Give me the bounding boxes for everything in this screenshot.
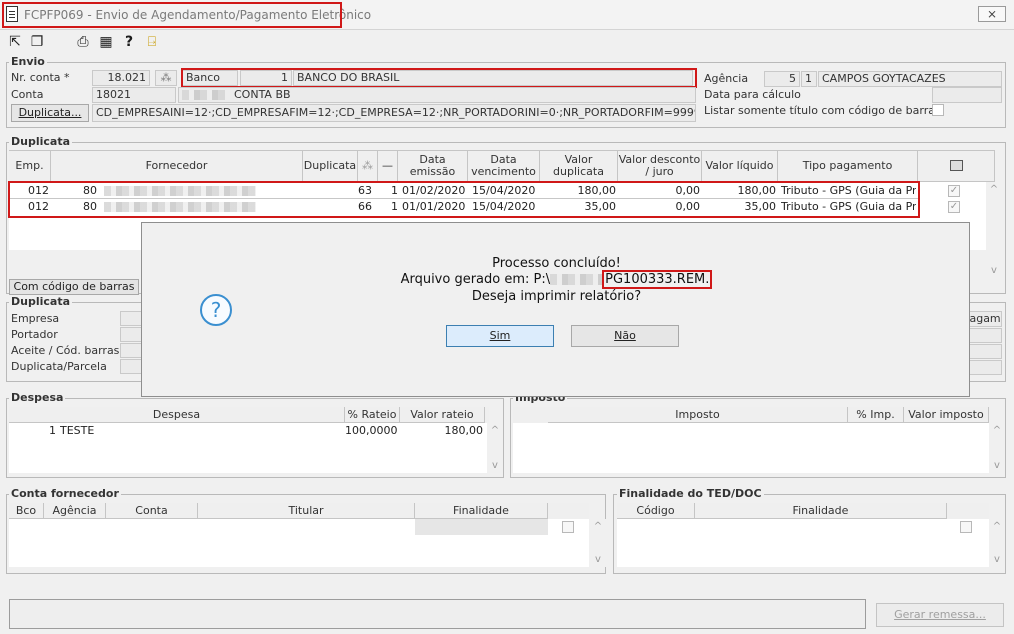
yes-button[interactable]: Sim xyxy=(446,325,554,347)
dialog-path-prefix: Arquivo gerado em: P:\ xyxy=(400,272,551,287)
filter-field: CD_EMPRESAINI=12·;CD_EMPRESAFIM=12·;CD_E… xyxy=(92,104,696,122)
col-finalidade-ted[interactable]: Finalidade xyxy=(695,503,947,519)
col-valor-imposto[interactable]: Valor imposto xyxy=(904,407,989,423)
col-bco[interactable]: Bco xyxy=(9,503,44,519)
nr-conta-label: Nr. conta * xyxy=(11,71,70,84)
col-despesa[interactable]: Despesa xyxy=(9,407,345,423)
nr-conta-field[interactable]: 18.021 xyxy=(92,70,150,86)
col-perc-imp[interactable]: % Imp. xyxy=(848,407,904,423)
duplicata-detail-legend: Duplicata xyxy=(9,295,73,308)
dialog-message-3: Deseja imprimir relatório? xyxy=(471,289,642,304)
barcode-button[interactable]: Com código de barras xyxy=(9,279,139,295)
conta-checkbox[interactable] xyxy=(562,521,574,533)
question-icon: ? xyxy=(200,294,232,326)
conta-field[interactable]: 18021 xyxy=(92,87,176,103)
col-parcela[interactable]: — xyxy=(378,150,398,182)
col-finalidade[interactable]: Finalidade xyxy=(415,503,548,519)
no-button[interactable]: Não xyxy=(571,325,679,347)
portador-field[interactable] xyxy=(120,327,142,342)
despesa-row-name[interactable]: TESTE xyxy=(60,423,340,439)
conta-scrollbar[interactable]: ^ v xyxy=(590,519,606,567)
col-emp[interactable]: Emp. xyxy=(9,150,51,182)
col-imposto[interactable]: Imposto xyxy=(548,407,848,423)
empresa-field[interactable] xyxy=(120,311,142,326)
conta-desc-field: CONTA BB xyxy=(178,87,696,103)
finalidade-legend: Finalidade do TED/DOC xyxy=(617,487,764,500)
rows-highlight xyxy=(8,181,920,218)
agencia-label: Agência xyxy=(704,72,749,85)
portador-label: Portador xyxy=(11,328,58,341)
help-icon[interactable]: ? xyxy=(120,33,138,51)
agencia-digit-field: 1 xyxy=(801,71,817,87)
imposto-scrollbar[interactable]: ^ v xyxy=(989,423,1005,473)
conta-fornecedor-legend: Conta fornecedor xyxy=(9,487,121,500)
col-duplicata[interactable]: Duplicata xyxy=(303,150,358,182)
finalidade-checkbox[interactable] xyxy=(960,521,972,533)
dialog-message-2: Arquivo gerado em: P:\ PG100333.REM. xyxy=(142,270,971,289)
col-rateio[interactable]: % Rateio xyxy=(345,407,400,423)
col-data-emissao[interactable]: Data emissão xyxy=(398,150,468,182)
dialog-filename: PG100333.REM. xyxy=(602,270,713,289)
col-sort-icon[interactable]: ⁂ xyxy=(358,150,378,182)
despesa-row-valor[interactable]: 180,00 xyxy=(400,423,484,439)
col-valor-liquido[interactable]: Valor líquido xyxy=(702,150,778,182)
col-conta[interactable]: Conta xyxy=(106,503,198,519)
col-valor-duplicata[interactable]: Valor duplicata xyxy=(540,150,618,182)
aceite-label: Aceite / Cód. barras xyxy=(11,344,120,357)
calculator-icon[interactable]: ▦ xyxy=(97,33,115,51)
col-valor-desconto[interactable]: Valor desconto / juro xyxy=(618,150,702,182)
first-record-icon[interactable]: ⇱ xyxy=(6,33,24,51)
duplicata-button[interactable]: Duplicata... xyxy=(11,104,89,122)
listar-label: Listar somente título com código de barr… xyxy=(704,104,941,117)
redacted-block xyxy=(550,274,603,285)
col-select-all[interactable] xyxy=(918,150,995,182)
despesa-row-rateio[interactable]: 100,00000 xyxy=(345,423,398,439)
duplicata-parcela-field[interactable] xyxy=(120,359,142,374)
title-highlight xyxy=(2,2,342,28)
copy-icon[interactable]: ❐ xyxy=(28,33,46,51)
finalidade-cell[interactable] xyxy=(415,519,548,535)
finalidade-scrollbar[interactable]: ^ v xyxy=(989,519,1005,567)
agencia-name-field: CAMPOS GOYTACAZES xyxy=(818,71,1002,87)
gerar-remessa-button[interactable]: Gerar remessa... xyxy=(876,603,1004,627)
close-button[interactable]: ⨯ xyxy=(978,6,1006,22)
conta-label: Conta xyxy=(11,88,44,101)
status-bar xyxy=(9,599,866,629)
col-agencia[interactable]: Agência xyxy=(44,503,106,519)
data-calculo-label: Data para cálculo xyxy=(704,88,801,101)
finalidade-body xyxy=(617,519,989,567)
lookup-icon[interactable]: ⁂ xyxy=(155,70,177,86)
row-checkbox[interactable]: ✓ xyxy=(948,201,960,213)
print-icon[interactable]: ⎙ xyxy=(74,33,92,51)
data-calculo-field[interactable] xyxy=(932,87,1002,103)
envio-legend: Envio xyxy=(9,55,47,68)
duplicata-parcela-label: Duplicata/Parcela xyxy=(11,360,107,373)
despesa-row-num[interactable]: 1 xyxy=(9,423,56,439)
redacted-block xyxy=(182,90,230,100)
despesa-scrollbar[interactable]: ^ v xyxy=(487,423,503,473)
agencia-code-field: 5 xyxy=(764,71,800,87)
confirm-dialog: Processo concluído! Arquivo gerado em: P… xyxy=(141,222,970,397)
col-valor-rateio[interactable]: Valor rateio xyxy=(400,407,485,423)
empresa-label: Empresa xyxy=(11,312,60,325)
despesa-legend: Despesa xyxy=(9,391,66,404)
listar-checkbox[interactable] xyxy=(932,104,944,116)
exit-icon[interactable]: ⍈ xyxy=(143,33,161,51)
grid-scrollbar[interactable]: ^ v xyxy=(986,182,1002,278)
col-codigo[interactable]: Código xyxy=(617,503,695,519)
row-checkbox[interactable]: ✓ xyxy=(948,185,960,197)
aceite-field[interactable] xyxy=(120,343,142,358)
imposto-body xyxy=(513,423,989,473)
banco-highlight xyxy=(181,68,697,88)
col-data-vencimento[interactable]: Data vencimento xyxy=(468,150,540,182)
duplicata-legend: Duplicata xyxy=(9,135,73,148)
col-fornecedor[interactable]: Fornecedor xyxy=(51,150,303,182)
col-titular[interactable]: Titular xyxy=(198,503,415,519)
col-tipo-pagamento[interactable]: Tipo pagamento xyxy=(778,150,918,182)
dialog-message-1: Processo concluído! xyxy=(492,256,621,271)
